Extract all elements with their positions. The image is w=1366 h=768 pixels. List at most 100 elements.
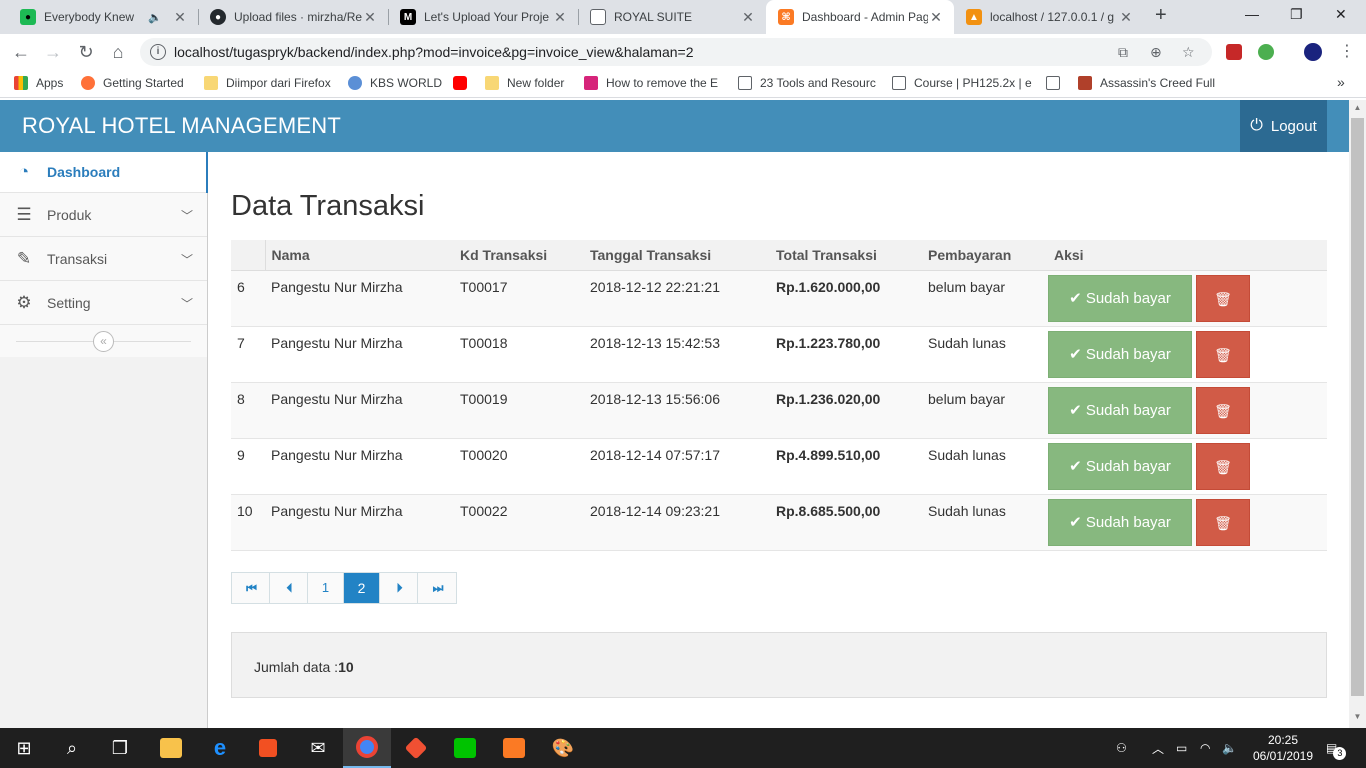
extension-shield-icon[interactable]	[1226, 44, 1242, 60]
delete-button[interactable]: 🗑	[1196, 498, 1250, 546]
volume-icon[interactable]: 🔈	[1222, 728, 1237, 768]
transaction-code-link[interactable]: T00017	[454, 270, 584, 327]
bookmark-folder[interactable]: Diimpor dari Firefox	[204, 76, 331, 90]
column-header-nama[interactable]: Nama	[265, 240, 454, 271]
column-header-total[interactable]: Total Transaksi	[770, 240, 922, 271]
mark-paid-button[interactable]: ✔ Sudah bayar	[1048, 330, 1192, 378]
bookmark-item[interactable]	[453, 76, 475, 90]
file-explorer-icon[interactable]	[147, 728, 195, 768]
reload-icon[interactable]: ↻	[75, 41, 97, 63]
translate-icon[interactable]: ⧉	[1118, 44, 1128, 61]
bookmark-item[interactable]: Assassin's Creed Full	[1078, 76, 1215, 90]
avatar[interactable]	[1304, 43, 1322, 61]
store-icon[interactable]	[244, 728, 292, 768]
scroll-down-icon[interactable]: ▼	[1349, 712, 1366, 721]
close-tab-icon[interactable]: ✕	[740, 9, 756, 26]
bookmark-item[interactable]: How to remove the E	[584, 76, 718, 90]
notification-icon[interactable]: ▤ 3	[1326, 728, 1347, 768]
close-tab-icon[interactable]: ✕	[552, 9, 568, 26]
delete-button[interactable]: 🗑	[1196, 386, 1250, 434]
browser-tab[interactable]: ● Everybody Knew 🔈 ✕	[8, 0, 198, 34]
zoom-icon[interactable]: ⊕	[1150, 44, 1162, 61]
wifi-icon[interactable]: ◠	[1200, 728, 1210, 768]
more-bookmarks-icon[interactable]: »	[1337, 74, 1345, 90]
brand-title[interactable]: ROYAL HOTEL MANAGEMENT	[22, 113, 341, 139]
git-icon[interactable]	[392, 728, 440, 768]
column-header-tanggal[interactable]: Tanggal Transaksi	[584, 240, 770, 271]
close-tab-icon[interactable]: ✕	[172, 9, 188, 26]
chrome-icon[interactable]	[343, 728, 391, 768]
scroll-up-icon[interactable]: ▲	[1349, 103, 1366, 112]
tray-chevron-up-icon[interactable]: ︿	[1152, 728, 1164, 768]
bookmark-item[interactable]	[1046, 76, 1068, 90]
browser-tab-active[interactable]: ⌘ Dashboard - Admin Pag ✕	[766, 0, 954, 34]
close-tab-icon[interactable]: ✕	[928, 9, 944, 26]
mark-paid-button[interactable]: ✔ Sudah bayar	[1048, 442, 1192, 490]
close-window-button[interactable]: ✕	[1335, 6, 1347, 23]
page-link-current[interactable]: 2	[344, 573, 380, 603]
home-icon[interactable]: ⌂	[107, 41, 129, 63]
delete-button[interactable]: 🗑	[1196, 274, 1250, 322]
sidebar-item-dashboard[interactable]: ◔ Dashboard	[0, 152, 209, 193]
mail-icon[interactable]: ✉	[294, 728, 342, 768]
bookmark-item[interactable]: KBS WORLD	[348, 76, 442, 90]
bookmark-item[interactable]: Getting Started	[81, 76, 184, 90]
people-icon[interactable]: ⚇	[1116, 728, 1127, 768]
scrollbar-thumb[interactable]	[1351, 118, 1364, 696]
url-text[interactable]: localhost/tugaspryk/backend/index.php?mo…	[174, 44, 694, 60]
prev-page-icon[interactable]: ⏴	[270, 573, 308, 603]
transaction-code-link[interactable]: T00019	[454, 382, 584, 439]
minimize-button[interactable]: —	[1245, 6, 1259, 22]
maximize-button[interactable]: ❐	[1290, 6, 1303, 23]
browser-tab[interactable]: ROYAL SUITE ✕	[578, 0, 766, 34]
browser-tab[interactable]: M Let's Upload Your Proje ✕	[388, 0, 578, 34]
search-icon[interactable]: ⌕	[48, 728, 96, 768]
last-page-icon[interactable]: ⏭	[418, 573, 456, 603]
page-scrollbar[interactable]: ▲ ▼	[1349, 100, 1366, 728]
delete-button[interactable]: 🗑	[1196, 330, 1250, 378]
line-icon[interactable]	[441, 728, 489, 768]
transaction-code-link[interactable]: T00022	[454, 494, 584, 551]
bookmark-item[interactable]: Course | PH125.2x | e	[892, 76, 1032, 90]
bookmark-star-icon[interactable]: ☆	[1182, 44, 1195, 61]
forward-icon[interactable]: →	[42, 41, 64, 63]
task-view-icon[interactable]: ❐	[96, 728, 144, 768]
browser-tab[interactable]: ▲ localhost / 127.0.0.1 / g ✕	[954, 0, 1144, 34]
logout-button[interactable]: ⏻ Logout	[1240, 100, 1327, 152]
page-link[interactable]: 1	[308, 573, 344, 603]
windows-start-icon[interactable]: ⊞	[0, 728, 48, 768]
mark-paid-button[interactable]: ✔ Sudah bayar	[1048, 274, 1192, 322]
address-bar[interactable]: i localhost/tugaspryk/backend/index.php?…	[140, 38, 1212, 66]
info-icon[interactable]: i	[150, 44, 166, 60]
transaction-code-link[interactable]: T00020	[454, 438, 584, 495]
bookmark-apps[interactable]: Apps	[14, 76, 63, 90]
speaker-icon[interactable]: 🔈	[148, 11, 162, 24]
extension-globe-icon[interactable]	[1258, 44, 1274, 60]
next-page-icon[interactable]: ⏵	[380, 573, 418, 603]
sidebar-item-transaksi[interactable]: ✎ Transaksi ﹀	[0, 237, 207, 281]
close-tab-icon[interactable]: ✕	[362, 9, 378, 26]
bookmark-folder[interactable]: New folder	[485, 76, 564, 90]
column-header-kd[interactable]: Kd Transaksi	[454, 240, 584, 271]
cell-no: 8	[231, 382, 265, 439]
close-tab-icon[interactable]: ✕	[1118, 9, 1134, 26]
xampp-icon[interactable]	[490, 728, 538, 768]
sidebar-item-setting[interactable]: ⚙ Setting ﹀	[0, 281, 207, 325]
battery-icon[interactable]: ▭	[1176, 728, 1187, 768]
taskbar-clock[interactable]: 20:25 06/01/2019	[1245, 732, 1321, 764]
edge-icon[interactable]: e	[196, 728, 244, 768]
mark-paid-button[interactable]: ✔ Sudah bayar	[1048, 386, 1192, 434]
transaction-code-link[interactable]: T00018	[454, 326, 584, 383]
column-header-pembayaran[interactable]: Pembayaran	[922, 240, 1048, 271]
mark-paid-button[interactable]: ✔ Sudah bayar	[1048, 498, 1192, 546]
bookmark-item[interactable]: 23 Tools and Resourc	[738, 76, 876, 90]
menu-icon[interactable]: ⋮	[1336, 41, 1358, 63]
new-tab-button[interactable]: +	[1155, 4, 1167, 27]
delete-button[interactable]: 🗑	[1196, 442, 1250, 490]
collapse-sidebar-button[interactable]: «	[93, 331, 114, 352]
sidebar-item-produk[interactable]: ☰ Produk ﹀	[0, 193, 207, 237]
back-icon[interactable]: ←	[10, 41, 32, 63]
paint-icon[interactable]: 🎨	[539, 728, 587, 768]
browser-tab[interactable]: ● Upload files · mirzha/Re ✕	[198, 0, 388, 34]
first-page-icon[interactable]: ⏮	[232, 573, 270, 603]
